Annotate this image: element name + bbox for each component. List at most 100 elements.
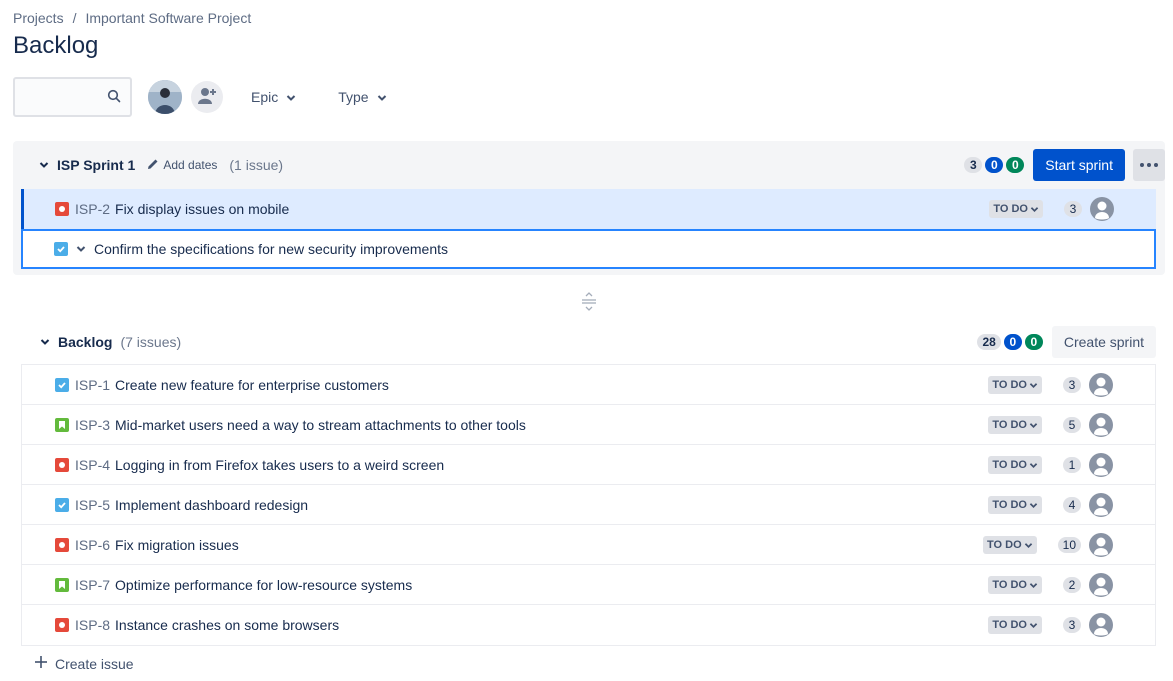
bug-icon (55, 202, 69, 216)
new-issue-summary-input[interactable] (94, 234, 1094, 264)
status-label: TO DO (992, 579, 1027, 591)
backlog-issue-row[interactable]: ISP-6 Fix migration issues TO DO 10 (22, 525, 1155, 565)
issue-summary: Logging in from Firefox takes users to a… (115, 456, 445, 473)
issue-summary: Optimize performance for low-resource sy… (115, 576, 413, 593)
issue-key[interactable]: ISP-4 (75, 457, 110, 473)
issue-type-chevron-icon[interactable] (76, 245, 86, 253)
sprint-more-actions-button[interactable] (1133, 149, 1165, 181)
issue-key[interactable]: ISP-1 (75, 377, 110, 393)
issue-summary: Fix migration issues (115, 536, 239, 553)
unassigned-avatar-icon[interactable] (1089, 373, 1113, 397)
backlog-issue-count: (7 issues) (120, 334, 182, 350)
create-issue-inline[interactable] (21, 229, 1156, 269)
issue-key[interactable]: ISP-8 (75, 617, 110, 633)
sprint-actions: 3 0 0 Start sprint (964, 149, 1165, 181)
search-input[interactable] (15, 79, 105, 115)
issue-meta: TO DO 4 (988, 485, 1155, 525)
task-icon[interactable] (54, 242, 68, 256)
breadcrumb-project[interactable]: Important Software Project (85, 10, 251, 26)
backlog-issue-row[interactable]: ISP-8 Instance crashes on some browsers TO… (22, 605, 1155, 645)
backlog-name: Backlog (58, 334, 113, 350)
status-dropdown[interactable]: TO DO (988, 416, 1042, 434)
add-dates-label: Add dates (163, 158, 218, 172)
status-label: TO DO (992, 379, 1027, 391)
start-sprint-button[interactable]: Start sprint (1033, 149, 1125, 181)
status-label: TO DO (993, 203, 1028, 215)
sprint-issue-row[interactable]: ISP-2 Fix display issues on mobile TO DO… (21, 189, 1156, 229)
backlog-issue-row[interactable]: ISP-4 Logging in from Firefox takes users… (22, 445, 1155, 485)
breadcrumb-projects[interactable]: Projects (13, 10, 64, 26)
status-dropdown[interactable]: TO DO (988, 496, 1042, 514)
toolbar: Epic Type (13, 77, 399, 117)
story-points-badge: 3 (1064, 201, 1082, 217)
issue-key[interactable]: ISP-2 (75, 201, 110, 217)
create-sprint-button[interactable]: Create sprint (1051, 325, 1156, 358)
story-icon (55, 417, 69, 432)
task-icon (55, 377, 69, 392)
backlog-issue-row[interactable]: ISP-7 Optimize performance for low-resour… (22, 565, 1155, 605)
status-label: TO DO (992, 459, 1027, 471)
chevron-down-icon (377, 89, 387, 105)
story-points-badge: 5 (1063, 417, 1081, 433)
status-dropdown[interactable]: TO DO (988, 616, 1042, 634)
story-points-badge: 1 (1063, 457, 1081, 473)
more-dot-icon (1154, 163, 1158, 167)
bug-icon (55, 457, 69, 472)
issue-summary: Create new feature for enterprise custom… (115, 376, 389, 393)
issue-meta: TO DO 3 (989, 189, 1156, 229)
unassigned-avatar-icon[interactable] (1089, 533, 1113, 557)
unassigned-avatar-icon[interactable] (1089, 613, 1113, 637)
sprint-collapse-toggle[interactable] (39, 161, 49, 169)
status-dropdown[interactable]: TO DO (988, 376, 1042, 394)
add-user-icon (197, 87, 217, 108)
story-points-badge: 2 (1063, 577, 1081, 593)
epic-filter-label: Epic (251, 89, 279, 105)
status-label: TO DO (992, 619, 1027, 631)
issue-key[interactable]: ISP-6 (75, 537, 110, 553)
epic-filter[interactable]: Epic (239, 81, 308, 113)
backlog-collapse-toggle[interactable] (40, 338, 50, 346)
issue-key[interactable]: ISP-3 (75, 417, 110, 433)
bug-icon (55, 618, 69, 632)
backlog-issue-row[interactable]: ISP-5 Implement dashboard redesign TO DO 4 (22, 485, 1155, 525)
issue-meta: TO DO 1 (988, 445, 1155, 485)
issue-key[interactable]: ISP-5 (75, 497, 110, 513)
issue-meta: TO DO 3 (988, 605, 1155, 645)
story-icon (55, 577, 69, 592)
add-people-button[interactable] (191, 81, 223, 113)
status-dropdown[interactable]: TO DO (983, 536, 1037, 554)
type-filter[interactable]: Type (326, 81, 398, 113)
issue-meta: TO DO 3 (988, 365, 1155, 405)
unassigned-avatar-icon[interactable] (1089, 453, 1113, 477)
unassigned-avatar-icon[interactable] (1089, 413, 1113, 437)
unassigned-avatar-icon[interactable] (1090, 197, 1114, 221)
status-dropdown[interactable]: TO DO (989, 200, 1043, 218)
backlog-issue-row[interactable]: ISP-1 Create new feature for enterprise c… (22, 365, 1155, 405)
resize-handle-icon[interactable] (580, 291, 598, 314)
backlog-header: Backlog (7 issues) 28 0 0 Create sprint (21, 325, 1156, 359)
create-issue-label: Create issue (55, 655, 134, 672)
backlog-issue-list: ISP-1 Create new feature for enterprise c… (21, 364, 1156, 646)
status-dropdown[interactable]: TO DO (988, 576, 1042, 594)
unassigned-avatar-icon[interactable] (1089, 573, 1113, 597)
in-progress-count-badge: 0 (985, 157, 1004, 173)
sprint-name: ISP Sprint 1 (57, 157, 136, 173)
backlog-issue-row[interactable]: ISP-3 Mid-market users need a way to stre… (22, 405, 1155, 445)
chevron-down-icon (1029, 622, 1038, 628)
create-issue-button[interactable]: Create issue (34, 655, 134, 672)
add-dates-button[interactable]: Add dates (147, 158, 217, 173)
task-icon (55, 497, 69, 512)
status-dropdown[interactable]: TO DO (988, 456, 1042, 474)
user-avatar[interactable] (148, 80, 182, 114)
issue-meta: TO DO 10 (983, 525, 1155, 565)
story-points-badge: 3 (1063, 377, 1081, 393)
search-box[interactable] (13, 77, 132, 117)
unassigned-avatar-icon[interactable] (1089, 493, 1113, 517)
done-count-badge: 0 (1006, 157, 1025, 173)
issue-key[interactable]: ISP-7 (75, 577, 110, 593)
page-title: Backlog (13, 32, 99, 59)
sprint-container: ISP Sprint 1 Add dates (1 issue) 3 0 0 S… (13, 141, 1165, 275)
issue-summary: Fix display issues on mobile (115, 201, 290, 217)
bug-icon (55, 537, 69, 552)
story-points-badge: 4 (1063, 497, 1081, 513)
